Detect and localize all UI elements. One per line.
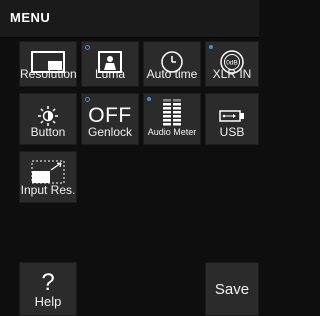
save-label: Save xyxy=(214,281,250,298)
input-resolution-icon xyxy=(20,158,76,186)
xlr-in-tile[interactable]: 0dB XLR IN xyxy=(205,41,259,87)
auto-time-label: Auto time xyxy=(146,67,198,81)
menu-header: MENU xyxy=(0,0,259,38)
input-res-tile[interactable]: Input Res. xyxy=(19,151,77,203)
button-label: Button xyxy=(30,125,66,139)
usb-label: USB xyxy=(219,125,245,139)
xlr-in-label: XLR IN xyxy=(212,67,252,81)
save-button[interactable]: Save xyxy=(205,262,259,316)
xlr-icon-text: 0dB xyxy=(226,60,238,67)
audio-meter-tile[interactable]: Audio Meter xyxy=(143,93,201,145)
auto-time-tile[interactable]: Auto time xyxy=(143,41,201,87)
audio-meter-label: Audio Meter xyxy=(147,127,197,137)
help-icon-glyph: ? xyxy=(41,269,55,296)
help-icon: ? xyxy=(20,269,76,297)
menu-title: MENU xyxy=(10,10,51,25)
luma-tile[interactable]: Luma xyxy=(81,41,139,87)
luma-label: Luma xyxy=(94,67,126,81)
resolution-tile[interactable]: Resolution xyxy=(19,41,77,87)
button-tile[interactable]: Button xyxy=(19,93,77,145)
help-button[interactable]: ? Help xyxy=(19,262,77,316)
genlock-label: Genlock xyxy=(87,125,133,139)
genlock-tile[interactable]: OFF Genlock xyxy=(81,93,139,145)
help-label: Help xyxy=(34,294,62,309)
input-res-label: Input Res. xyxy=(20,183,76,197)
resolution-label: Resolution xyxy=(20,67,77,81)
audio-meter-icon xyxy=(144,98,200,130)
usb-tile[interactable]: USB xyxy=(205,93,259,145)
